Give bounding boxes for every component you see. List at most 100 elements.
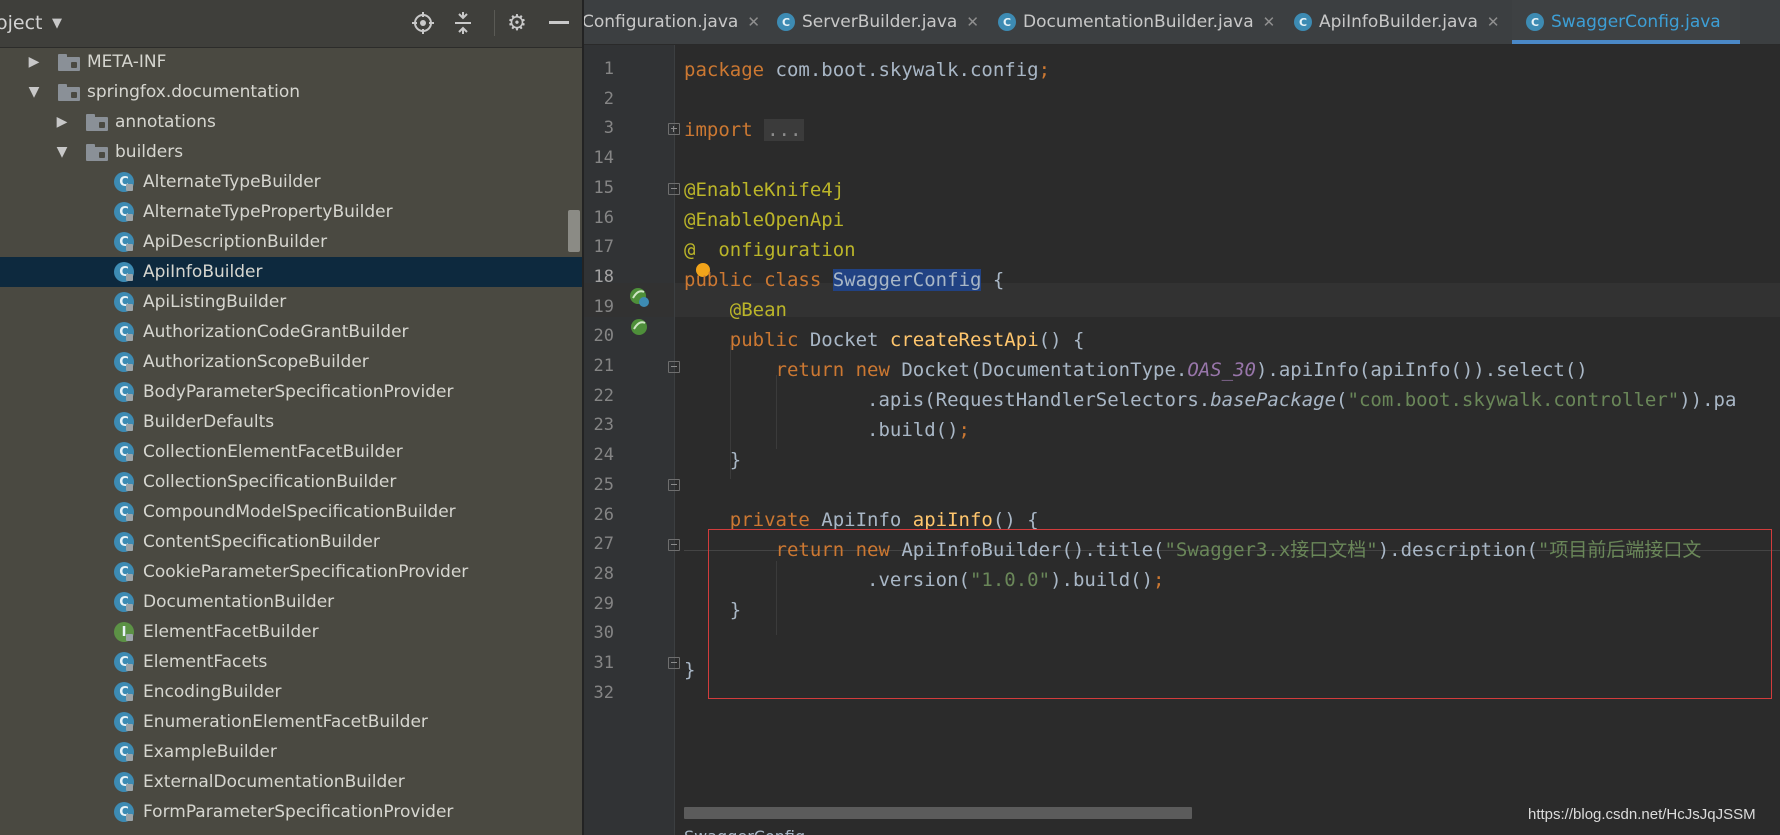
package-folder-icon (58, 83, 80, 101)
class-icon: C (114, 682, 134, 702)
tab-label: ApiInfoBuilder.java (1319, 12, 1478, 32)
spring-bean-icon[interactable] (628, 316, 650, 338)
chevron-down-icon[interactable]: ▼ (26, 84, 42, 100)
tree-item-label: AuthorizationScopeBuilder (143, 352, 369, 372)
class-icon: C (114, 232, 134, 252)
code-line-17: @ onfiguration (684, 239, 856, 261)
close-icon[interactable]: ✕ (1263, 13, 1276, 31)
tree-item[interactable]: C ApiDescriptionBuilder (0, 227, 582, 257)
interface-icon: I (114, 622, 134, 642)
horizontal-scrollbar[interactable] (684, 807, 1192, 819)
tree-item-label: CollectionSpecificationBuilder (143, 472, 397, 492)
active-tab-indicator (1512, 40, 1740, 44)
header-divider (494, 10, 495, 36)
tree-item[interactable]: C ApiListingBuilder (0, 287, 582, 317)
fold-collapse-icon[interactable] (668, 361, 680, 373)
import-fold-placeholder[interactable]: ... (764, 119, 805, 141)
fold-collapse-icon[interactable] (668, 183, 680, 195)
project-panel: oject ▼ ⚙ ▶ META-INF ▼ springfox.documentat… (0, 0, 582, 835)
tree-item[interactable]: ▶ annotations (0, 107, 582, 137)
tree-item[interactable]: C FormParameterSpecificationProvider (0, 797, 582, 827)
tree-item[interactable]: C CollectionElementFacetBuilder (0, 437, 582, 467)
chevron-down-icon[interactable]: ▼ (54, 144, 70, 160)
fold-expand-icon[interactable] (668, 123, 680, 135)
tree-item-label: CompoundModelSpecificationBuilder (143, 502, 456, 522)
chevron-right-icon[interactable]: ▶ (26, 54, 42, 70)
tree-item-label: EnumerationElementFacetBuilder (143, 712, 428, 732)
tree-item-label: CollectionElementFacetBuilder (143, 442, 403, 462)
collapse-all-icon[interactable] (448, 8, 478, 38)
class-icon: C (114, 412, 134, 432)
class-icon: C (114, 562, 134, 582)
fold-collapse-icon[interactable] (668, 539, 680, 551)
code-editor[interactable]: 1 2 3 14 15 16 17 18 19 20 21 22 23 24 25 26 27 28 29 30 31 3… (584, 45, 1780, 835)
code-line-3: import ... (684, 115, 805, 145)
tree-item[interactable]: C ExampleBuilder (0, 737, 582, 767)
tree-item[interactable]: C DocumentationBuilder (0, 587, 582, 617)
tab-api-info-builder[interactable]: C ApiInfoBuilder.java ✕ (1294, 0, 1499, 44)
tree-item-label: AlternateTypeBuilder (143, 172, 321, 192)
code-line-19: @Bean (729, 299, 787, 321)
fold-collapse-icon[interactable] (668, 657, 680, 669)
tree-item[interactable]: C EnumerationElementFacetBuilder (0, 707, 582, 737)
tree-item[interactable]: ▶ META-INF (0, 47, 582, 77)
breadcrumb[interactable]: SwaggerConfig (684, 827, 805, 835)
gear-icon[interactable]: ⚙ (502, 8, 532, 38)
class-icon: C (114, 382, 134, 402)
tree-item[interactable]: C ApiInfoBuilder (0, 257, 582, 287)
project-view-selector[interactable]: oject (0, 12, 43, 34)
tree-item[interactable]: ▼ springfox.documentation (0, 77, 582, 107)
chevron-right-icon[interactable]: ▶ (54, 114, 70, 130)
tab-server-builder[interactable]: C ServerBuilder.java ✕ (777, 0, 979, 44)
package-folder-icon (58, 53, 80, 71)
tree-item-label: CookieParameterSpecificationProvider (143, 562, 469, 582)
line-number: 17 (593, 237, 614, 258)
line-number: 28 (593, 563, 614, 584)
close-icon[interactable]: ✕ (1487, 13, 1500, 31)
line-number: 19 (593, 296, 614, 317)
tree-item[interactable]: C CollectionSpecificationBuilder (0, 467, 582, 497)
class-icon: C (114, 592, 134, 612)
close-icon[interactable]: ✕ (747, 13, 760, 31)
chevron-down-icon[interactable]: ▼ (52, 16, 62, 31)
line-number: 22 (593, 385, 614, 406)
tree-item[interactable]: C ContentSpecificationBuilder (0, 527, 582, 557)
tree-item[interactable]: C EncodingBuilder (0, 677, 582, 707)
class-icon: C (114, 292, 134, 312)
tree-item[interactable]: C ExternalDocumentationBuilder (0, 767, 582, 797)
class-icon: C (114, 442, 134, 462)
spring-bean-icon[interactable] (628, 286, 650, 308)
line-number: 23 (593, 415, 614, 436)
close-icon[interactable]: ✕ (966, 13, 979, 31)
tab-swagger-config[interactable]: C SwaggerConfig.java (1512, 0, 1740, 44)
line-number: 31 (593, 653, 614, 673)
tab-configuration[interactable]: Configuration.java ✕ (584, 0, 760, 44)
class-icon: C (114, 262, 134, 282)
tree-item-label: ElementFacetBuilder (143, 622, 319, 642)
sidebar-scrollbar[interactable] (568, 210, 580, 252)
tree-item[interactable]: ▼ builders (0, 137, 582, 167)
fold-collapse-icon[interactable] (668, 479, 680, 491)
tree-item-label: ExternalDocumentationBuilder (143, 772, 405, 792)
tree-item[interactable]: C ElementFacets (0, 647, 582, 677)
tree-item-label: AlternateTypePropertyBuilder (143, 202, 393, 222)
tree-item[interactable]: C AlternateTypeBuilder (0, 167, 582, 197)
tab-documentation-builder[interactable]: C DocumentationBuilder.java ✕ (998, 0, 1275, 44)
line-number: 30 (593, 623, 614, 644)
line-number: 27 (593, 534, 614, 555)
tree-item[interactable]: C AlternateTypePropertyBuilder (0, 197, 582, 227)
tree-item[interactable]: C BodyParameterSpecificationProvider (0, 377, 582, 407)
minimize-icon[interactable] (544, 8, 574, 38)
selected-identifier: SwaggerConfig (832, 269, 982, 291)
class-icon: C (114, 172, 134, 192)
class-icon: C (1526, 13, 1544, 31)
tree-item[interactable]: I ElementFacetBuilder (0, 617, 582, 647)
target-icon[interactable] (408, 8, 438, 38)
tree-item-label: BuilderDefaults (143, 412, 275, 432)
tree-item[interactable]: C CompoundModelSpecificationBuilder (0, 497, 582, 527)
tab-label: DocumentationBuilder.java (1023, 12, 1254, 32)
tree-item[interactable]: C CookieParameterSpecificationProvider (0, 557, 582, 587)
tree-item[interactable]: C BuilderDefaults (0, 407, 582, 437)
tree-item[interactable]: C AuthorizationScopeBuilder (0, 347, 582, 377)
tree-item[interactable]: C AuthorizationCodeGrantBuilder (0, 317, 582, 347)
